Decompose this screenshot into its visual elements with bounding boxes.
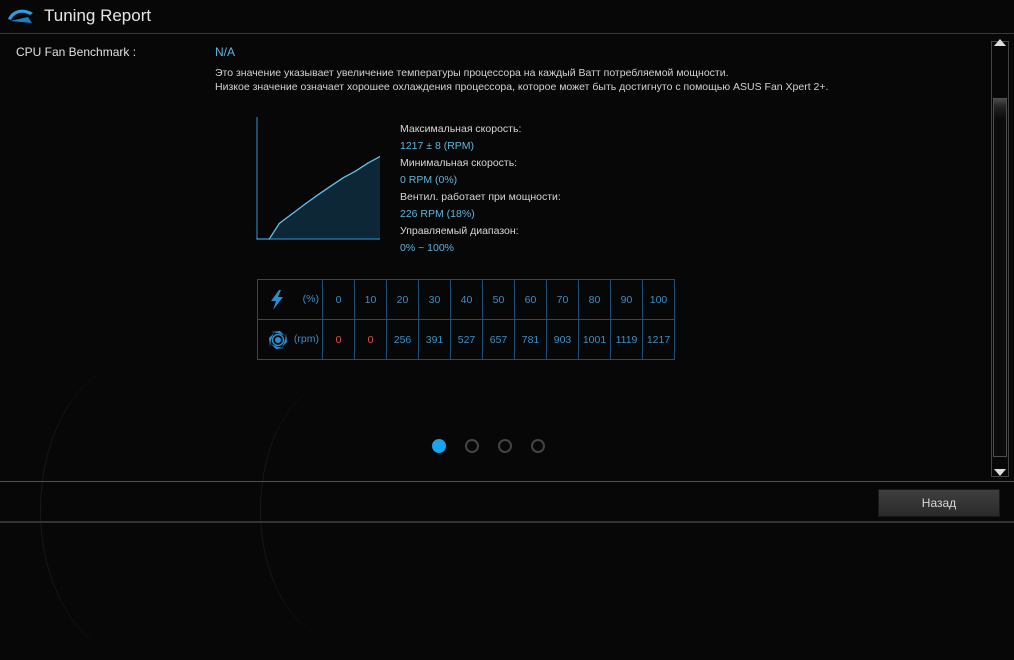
- percent-cell: 20: [386, 279, 419, 320]
- rpm-cell: 781: [514, 319, 547, 360]
- control-range-label: Управляемый диапазон:: [400, 225, 519, 237]
- fan-curve-point: [278, 223, 280, 225]
- lightning-icon: [271, 290, 283, 310]
- percent-row: (%) 0 10 20 30 40 50 60 70 80 90 100: [257, 279, 675, 320]
- start-power-label: Вентил. работает при мощности:: [400, 191, 561, 203]
- start-power-value: 226 RPM (18%): [400, 208, 475, 220]
- rpm-table: (%) 0 10 20 30 40 50 60 70 80 90 100 (rpm) 0 0 256 39…: [257, 279, 675, 360]
- fan-curve-point: [317, 193, 320, 196]
- rpm-cell: 657: [482, 319, 515, 360]
- control-range-value: 0% ~ 100%: [400, 242, 454, 254]
- page-dot[interactable]: [531, 439, 545, 453]
- percent-row-header: (%): [257, 279, 323, 320]
- rpm-cell: 1001: [578, 319, 611, 360]
- percent-cell: 10: [354, 279, 387, 320]
- benchmark-value: N/A: [215, 45, 236, 59]
- rpm-cell: 256: [386, 319, 419, 360]
- window-title: Tuning Report: [44, 6, 152, 25]
- title-bar: Tuning Report: [0, 0, 1014, 34]
- back-button[interactable]: Назад: [878, 489, 1000, 517]
- fan-curve-point: [330, 185, 332, 187]
- percent-cell: 50: [482, 279, 515, 320]
- rpm-cell: 1217: [642, 319, 675, 360]
- scroll-down-arrow-icon[interactable]: [994, 469, 1006, 476]
- fan-stats: Максимальная скорость: 1217 ± 8 (RPM) Ми…: [400, 121, 561, 257]
- percent-cell: 60: [514, 279, 547, 320]
- percent-cell: 0: [322, 279, 355, 320]
- rpm-row-header: (rpm): [257, 319, 323, 360]
- rpm-cell: 391: [418, 319, 451, 360]
- rpm-row: (rpm) 0 0 256 391 527 657 781 903 1001 1119 1217: [257, 319, 675, 360]
- page-dot[interactable]: [465, 439, 479, 453]
- percent-cell: 80: [578, 279, 611, 320]
- benchmark-label: CPU Fan Benchmark :: [16, 45, 137, 59]
- max-speed-value: 1217 ± 8 (RPM): [400, 140, 475, 152]
- asus-logo-icon: [8, 9, 33, 23]
- fan-curve-point: [281, 221, 283, 223]
- page-dot[interactable]: [498, 439, 512, 453]
- percent-cell: 30: [418, 279, 451, 320]
- percent-cell: 70: [546, 279, 579, 320]
- page-dot[interactable]: [432, 439, 446, 453]
- fan-icon: [269, 331, 287, 349]
- rpm-cell: 1119: [610, 319, 643, 360]
- vertical-scrollbar[interactable]: [990, 35, 1010, 481]
- scroll-up-arrow-icon[interactable]: [994, 39, 1006, 46]
- fan-curve-chart: [256, 117, 380, 240]
- page-indicator: [432, 439, 545, 453]
- rpm-cell: 0: [354, 319, 387, 360]
- percent-cell: 100: [642, 279, 675, 320]
- rpm-unit: (rpm): [293, 333, 319, 345]
- fan-curve-point: [256, 238, 258, 240]
- background-streak: [40, 360, 241, 660]
- rpm-cell: 527: [450, 319, 483, 360]
- fan-curve-area: [257, 156, 380, 239]
- percent-unit: (%): [302, 293, 319, 305]
- background-streak: [260, 380, 421, 640]
- fan-curve-point: [367, 162, 369, 164]
- fan-curve-point: [342, 177, 344, 179]
- fan-curve-point: [354, 170, 356, 172]
- min-speed-label: Минимальная скорость:: [400, 157, 518, 169]
- fan-curve-point: [268, 238, 270, 240]
- min-speed-value: 0 RPM (0%): [400, 174, 458, 186]
- percent-cell: 90: [610, 279, 643, 320]
- rpm-cell: 903: [546, 319, 579, 360]
- fan-curve-point: [293, 211, 295, 214]
- percent-cell: 40: [450, 279, 483, 320]
- footer-divider: [0, 481, 1014, 482]
- fan-curve-point: [305, 202, 307, 204]
- max-speed-label: Максимальная скорость:: [400, 123, 522, 135]
- description-line: Это значение указывает увеличение темпер…: [215, 67, 729, 79]
- rpm-cell: 0: [322, 319, 355, 360]
- scrollbar-thumb[interactable]: [993, 98, 1007, 457]
- description-line: Низкое значение означает хорошее охлажде…: [215, 81, 829, 93]
- benchmark-description: Это значение указывает увеличение темпер…: [215, 66, 828, 94]
